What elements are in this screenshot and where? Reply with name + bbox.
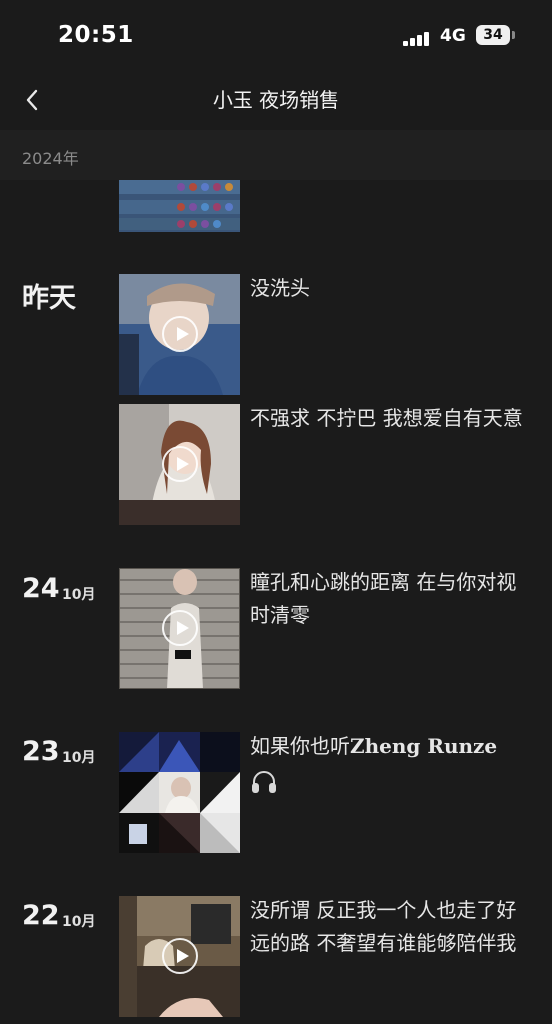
page-title: 小玉 夜场销售 [212,88,340,112]
photo-grid-image [119,732,240,853]
post-thumbnail[interactable] [119,568,240,689]
network-type: 4G [440,26,466,46]
nav-bar: 小玉 夜场销售 [0,72,552,130]
post-caption: 没所谓 反正我一个人也走了好远的路 不奢望有谁能够陪伴我 [250,898,517,955]
battery-tip [512,31,515,39]
post-thumbnail[interactable] [119,896,240,1017]
post-caption: 如果你也听Zheng Runze [250,730,530,796]
post-date-day: 22 [22,900,60,931]
post-caption-text: 如果你也听 [250,734,350,758]
headphones-icon [252,770,276,793]
post-caption-artist: Zheng Runze [350,734,498,758]
post-thumbnail[interactable] [119,404,240,525]
year-label: 2024年 [22,149,79,168]
status-bar: 20:51 4G 34 [0,0,552,72]
post-thumbnail[interactable] [119,274,240,395]
play-icon [162,610,198,646]
battery-icon: 34 [476,25,510,45]
play-icon [162,938,198,974]
post-date-month: 10月 [62,750,96,766]
cellular-signal-icon [403,31,433,46]
post-date: 昨天 [22,283,76,314]
post-date-month: 10月 [62,587,96,603]
post-caption: 瞳孔和心跳的距离 在与你对视时清零 [250,570,517,627]
play-icon [162,316,198,352]
post-date-day: 23 [22,736,60,767]
post-date-day: 24 [22,573,60,604]
play-icon [162,446,198,482]
post-caption: 不强求 不拧巴 我想爱自有天意 [250,406,523,430]
status-time: 20:51 [58,22,134,48]
post-caption: 没洗头 [250,276,310,300]
post-date-month: 10月 [62,914,96,930]
post-thumbnail[interactable] [119,732,240,853]
year-header: 2024年 [0,130,552,180]
